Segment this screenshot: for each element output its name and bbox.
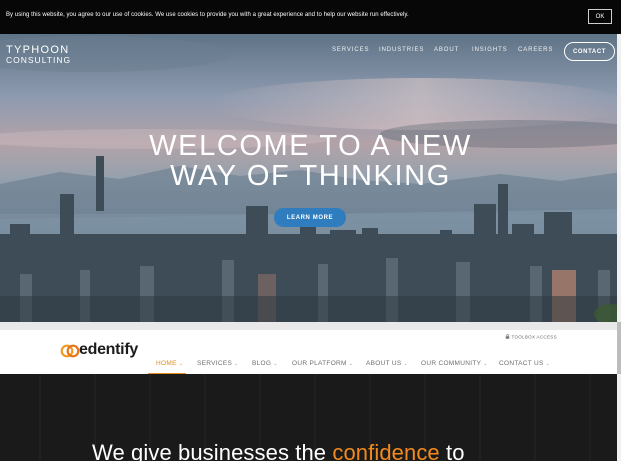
edentify-logo-text[interactable]: edentify (79, 341, 138, 359)
tagline-accent: confidence (332, 440, 440, 465)
toolbox-access-label: TOOLBOX ACCESS (511, 334, 557, 340)
ed-nav-home-label: HOME (156, 360, 177, 367)
hero-headline-line1: WELCOME TO A NEW (149, 130, 472, 162)
chevron-down-icon: ⌄ (483, 361, 488, 367)
section-divider (0, 322, 621, 330)
cookie-message: By using this website, you agree to our … (6, 12, 409, 18)
chevron-down-icon: ⌄ (545, 361, 551, 367)
ed-nav-blog[interactable]: BLOG ⌄ (252, 360, 278, 367)
nav-services[interactable]: SERVICES (332, 47, 369, 53)
nav-careers[interactable]: CAREERS (518, 47, 553, 53)
ed-nav-blog-label: BLOG (252, 360, 272, 367)
nav-about[interactable]: ABOUT (434, 47, 459, 53)
ed-nav-contact-us[interactable]: CONTACT US ⌄ (499, 360, 550, 367)
scrollbar-track[interactable] (617, 34, 621, 461)
edentify-rings-icon[interactable] (60, 344, 80, 358)
contact-button[interactable]: CONTACT (564, 42, 615, 61)
ed-nav-about-us[interactable]: ABOUT US ⌄ (366, 360, 408, 367)
ed-nav-our-community[interactable]: OUR COMMUNITY ⌄ (421, 360, 488, 367)
chevron-down-icon: ⌄ (234, 361, 239, 367)
edentify-tagline: We give businesses the confidence to (92, 440, 465, 466)
ed-nav-our-platform-label: OUR PLATFORM (292, 360, 347, 367)
ed-nav-contact-us-label: CONTACT US (499, 360, 544, 367)
cookie-consent-bar: By using this website, you agree to our … (0, 0, 621, 34)
edentify-header: edentify TOOLBOX ACCESS HOME ⌄ SERVICES ⌄ … (0, 330, 617, 374)
tagline-after: to (439, 440, 465, 465)
toolbox-access-link[interactable]: TOOLBOX ACCESS (505, 334, 557, 340)
ed-nav-about-us-label: ABOUT US (366, 360, 402, 367)
chevron-down-icon: ⌄ (403, 361, 409, 367)
ed-nav-services-label: SERVICES (197, 360, 233, 367)
chevron-down-icon: ⌄ (178, 361, 184, 367)
learn-more-button[interactable]: LEARN MORE (274, 208, 346, 227)
ed-nav-our-platform[interactable]: OUR PLATFORM ⌄ (292, 360, 353, 367)
nav-insights[interactable]: INSIGHTS (472, 47, 508, 53)
ed-nav-our-community-label: OUR COMMUNITY (421, 360, 482, 367)
scrollbar-thumb[interactable] (617, 322, 621, 374)
typhoon-logo-line2[interactable]: CONSULTING (6, 55, 71, 65)
nav-industries[interactable]: INDUSTRIES (379, 47, 424, 53)
ed-nav-home[interactable]: HOME ⌄ (156, 360, 183, 367)
chevron-down-icon: ⌄ (348, 361, 354, 367)
hero-headline-line2: WAY OF THINKING (170, 160, 451, 192)
lock-icon (505, 334, 510, 339)
cookie-ok-button[interactable]: OK (588, 9, 612, 24)
ed-nav-services[interactable]: SERVICES ⌄ (197, 360, 239, 367)
tagline-before: We give businesses the (92, 440, 333, 465)
hero-section: TYPHOON CONSULTING SERVICES INDUSTRIES A… (0, 34, 621, 322)
chevron-down-icon: ⌄ (273, 361, 278, 367)
